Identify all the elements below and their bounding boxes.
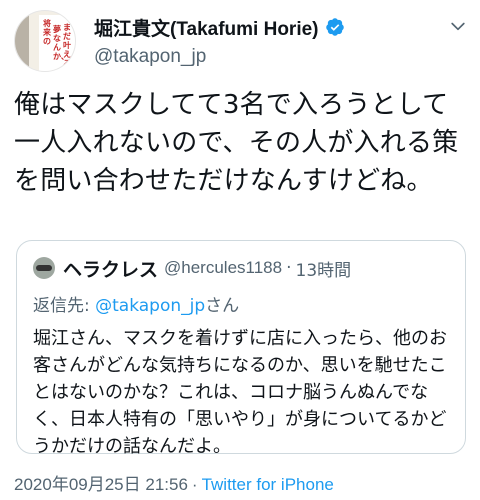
reply-mention-link[interactable]: @takapon_jp — [95, 296, 205, 316]
meta-separator: · — [191, 475, 198, 494]
avatar-text-2: 夢なんか、 — [53, 25, 69, 61]
author-name-row: 堀江貴文(Takafumi Horie) — [94, 14, 345, 40]
avatar-text-1: 将来の — [43, 19, 51, 46]
author-display-name[interactable]: 堀江貴文(Takafumi Horie) — [94, 14, 319, 41]
quoted-tweet-card[interactable]: ヘラクレス @hercules1188 · 13時間 返信先: @takapon… — [16, 240, 466, 457]
quoted-author-name: ヘラクレス — [63, 258, 159, 281]
avatar-text-3: まだ叶えろ — [63, 23, 71, 68]
quoted-separator: · — [286, 258, 292, 278]
quoted-tweet-text: 堀江さん、マスクを着けずに店に入ったら、他のお客さんがどんな気持ちになるのか、思… — [33, 328, 447, 457]
verified-badge-icon — [325, 18, 344, 36]
reply-prefix: 返信先: — [33, 296, 96, 316]
reply-suffix: さん — [205, 296, 240, 316]
quoted-reply-context: 返信先: @takapon_jpさん — [33, 291, 239, 316]
tweet-timestamp[interactable]: 2020年09月25日 21:56 — [14, 475, 188, 494]
quoted-time: 13時間 — [295, 260, 352, 281]
avatar-stripe — [15, 11, 29, 71]
tweet-header: 将来の 夢なんか、 まだ叶えろ 堀江貴文(Takafumi Horie) @ta… — [0, 0, 480, 86]
tweet-meta: 2020年09月25日 21:56 · Twitter for iPhone — [14, 470, 334, 495]
quoted-tweet-header: ヘラクレス @hercules1188 · 13時間 — [33, 257, 352, 281]
tweet-source-link[interactable]: Twitter for iPhone — [202, 475, 334, 494]
tweet-text: 俺はマスクしてて3名で入ろうとして一人入れないので、その人が入れる策を問い合わせ… — [14, 90, 459, 196]
chevron-down-icon[interactable] — [448, 16, 468, 36]
author-avatar[interactable]: 将来の 夢なんか、 まだ叶えろ — [14, 10, 76, 72]
quoted-author-avatar — [33, 257, 55, 279]
author-handle[interactable]: @takapon_jp — [94, 46, 206, 68]
quoted-author-handle: @hercules1188 — [164, 258, 283, 277]
